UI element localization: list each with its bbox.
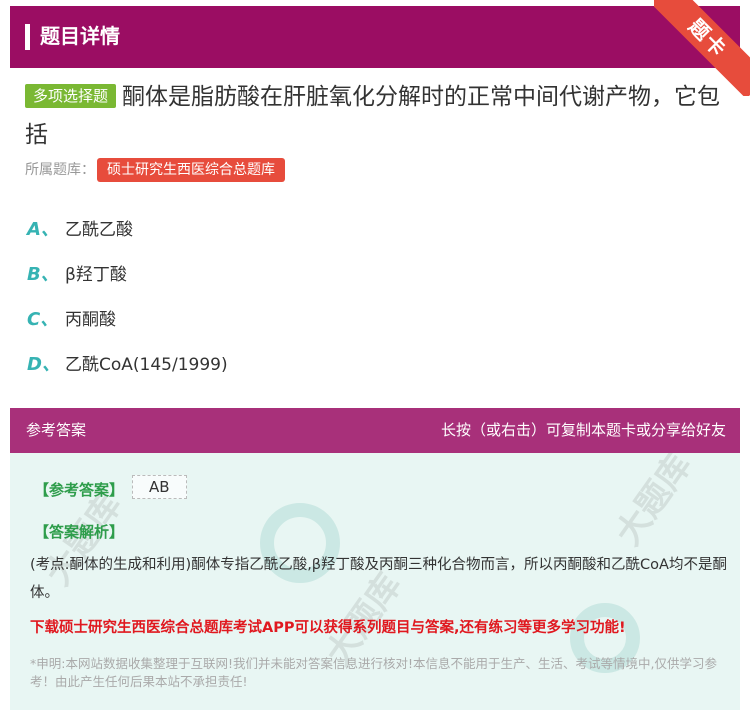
answer-section-header: 参考答案 长按（或右击）可复制本题卡或分享给好友: [10, 408, 740, 453]
watermark-text: 大题库: [608, 453, 700, 553]
app-promo-link[interactable]: 下载硕士研究生西医综合总题库考试APP可以获得系列题目与答案,还有练习等更多学习…: [30, 617, 730, 639]
page-title: 题目详情: [40, 24, 120, 48]
option-c[interactable]: C、 丙酮酸: [27, 295, 727, 340]
option-text: 乙酰CoA(145/1999): [65, 355, 228, 375]
option-text: β羟丁酸: [65, 265, 127, 285]
share-hint: 长按（或右击）可复制本题卡或分享给好友: [440, 421, 726, 439]
question-stem: 多项选择题 酮体是脂肪酸在肝脏氧化分解时的正常中间代谢产物，它包括: [25, 78, 725, 154]
page-header: 题目详情: [10, 6, 740, 68]
option-letter: A、: [27, 218, 59, 240]
analysis-text: (考点:酮体的生成和利用)酮体专指乙酰乙酸,β羟丁酸及丙酮三种化合物而言，所以丙…: [30, 557, 727, 601]
question-bank: 所属题库： 硕士研究生西医综合总题库: [25, 158, 285, 182]
option-text: 丙酮酸: [65, 310, 116, 330]
header-accent-bar: [25, 24, 30, 50]
answer-section-title: 参考答案: [26, 421, 87, 439]
question-type-badge: 多项选择题: [25, 84, 117, 108]
option-letter: D、: [27, 353, 60, 375]
reference-answer-value: AB: [132, 475, 187, 499]
bank-label: 所属题库：: [25, 162, 95, 178]
disclaimer-text: *申明:本网站数据收集整理于互联网!我们并未能对答案信息进行核对!本信息不能用于…: [30, 656, 717, 689]
option-list: A、 乙酰乙酸 B、 β羟丁酸 C、 丙酮酸 D、 乙酰CoA(145/1999…: [27, 205, 727, 385]
option-letter: B、: [27, 263, 59, 285]
option-text: 乙酰乙酸: [65, 220, 133, 240]
option-letter: C、: [27, 308, 59, 330]
question-text: 酮体是脂肪酸在肝脏氧化分解时的正常中间代谢产物，它包括: [25, 84, 721, 148]
reference-answer-label: 【参考答案】: [34, 481, 125, 499]
option-b[interactable]: B、 β羟丁酸: [27, 250, 727, 295]
option-a[interactable]: A、 乙酰乙酸: [27, 205, 727, 250]
analysis-label: 【答案解析】: [34, 523, 125, 541]
option-d[interactable]: D、 乙酰CoA(145/1999): [27, 340, 727, 385]
bank-tag[interactable]: 硕士研究生西医综合总题库: [97, 158, 285, 182]
answer-section-body: 大题库 大题库 大题库 【参考答案】 AB 【答案解析】 (考点:酮体的生成和利…: [10, 453, 740, 710]
